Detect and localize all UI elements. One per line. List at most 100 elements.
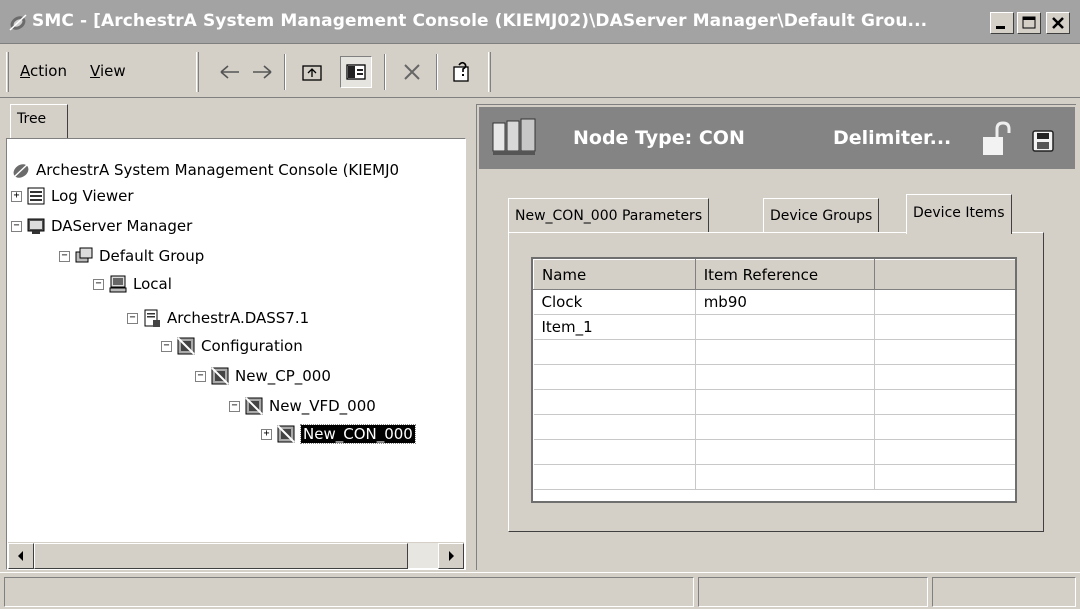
- app-icon: [9, 14, 27, 31]
- table-row[interactable]: [533, 414, 1015, 440]
- menu-view[interactable]: View: [90, 62, 126, 80]
- expand-icon[interactable]: +: [261, 428, 272, 440]
- cell-blank[interactable]: [874, 464, 1015, 490]
- back-arrow-icon: [220, 65, 239, 79]
- cell-name[interactable]: [533, 364, 696, 390]
- scroll-left-button[interactable]: [8, 543, 34, 569]
- cell-blank[interactable]: [874, 364, 1015, 390]
- cell-item-reference[interactable]: [695, 414, 876, 440]
- delimiter-link[interactable]: Delimiter...: [833, 127, 951, 149]
- tab-device-groups[interactable]: Device Groups: [763, 198, 880, 232]
- close-button[interactable]: [1046, 12, 1070, 34]
- back-button[interactable]: [214, 56, 246, 88]
- collapse-icon[interactable]: −: [229, 400, 240, 412]
- pane-splitter[interactable]: [470, 98, 474, 570]
- collapse-icon[interactable]: −: [127, 312, 138, 324]
- console-tree-icon: [346, 64, 366, 80]
- tree-item-archestra-dass[interactable]: − ArchestrA.DASS7.1: [127, 307, 309, 329]
- cell-name[interactable]: Item_1: [533, 314, 696, 340]
- tree-item-log-viewer[interactable]: + Log Viewer: [11, 185, 134, 207]
- tree-item-console-root[interactable]: ArchestrA System Management Console (KIE…: [11, 159, 399, 181]
- cell-name[interactable]: [533, 414, 696, 440]
- table-row[interactable]: [533, 339, 1015, 365]
- tree-item-new-con-000[interactable]: + New_CON_000: [261, 423, 416, 445]
- tab-tree[interactable]: Tree: [10, 104, 68, 138]
- properties-icon: [453, 61, 469, 82]
- collapse-icon[interactable]: −: [195, 370, 206, 382]
- collapse-icon[interactable]: −: [11, 220, 22, 232]
- device-items-grid[interactable]: Name Item Reference Clock mb90 Item_1: [531, 257, 1017, 503]
- scroll-right-button[interactable]: [438, 543, 464, 569]
- status-panel-main: [4, 577, 694, 607]
- table-row[interactable]: [533, 439, 1015, 465]
- tab-device-items[interactable]: Device Items: [906, 194, 1012, 234]
- cell-name[interactable]: [533, 339, 696, 365]
- cell-item-reference[interactable]: [695, 364, 876, 390]
- toolbar-separator: [436, 54, 438, 90]
- cell-item-reference[interactable]: [695, 314, 876, 340]
- group-icon: [75, 247, 93, 263]
- title-bar: SMC - [ArchestrA System Management Conso…: [0, 0, 1080, 44]
- unlock-icon[interactable]: [981, 121, 1011, 157]
- configuration-icon: [177, 337, 195, 355]
- column-header-blank[interactable]: [874, 259, 1015, 290]
- column-header-item-reference[interactable]: Item Reference: [694, 259, 876, 290]
- tab-parameters[interactable]: New_CON_000 Parameters: [508, 198, 710, 232]
- tree-item-default-group[interactable]: − Default Group: [59, 245, 204, 267]
- cell-blank[interactable]: [874, 439, 1015, 465]
- node-icon: [245, 397, 263, 415]
- collapse-icon[interactable]: −: [161, 340, 172, 352]
- save-icon[interactable]: [1031, 129, 1055, 153]
- table-row[interactable]: [533, 464, 1015, 490]
- cell-blank[interactable]: [874, 339, 1015, 365]
- table-row[interactable]: [533, 389, 1015, 415]
- arrow-left-icon: [18, 551, 23, 561]
- tree-item-daserver-manager[interactable]: − DAServer Manager: [11, 215, 192, 237]
- column-header-name[interactable]: Name: [533, 259, 696, 290]
- tree-item-local[interactable]: − Local: [93, 273, 172, 295]
- toolbar-grip: [6, 52, 9, 92]
- table-row[interactable]: [533, 364, 1015, 390]
- tree-item-configuration[interactable]: − Configuration: [161, 335, 303, 357]
- server-icon: [144, 309, 160, 327]
- tree-item-label: Configuration: [201, 337, 303, 355]
- tree-item-label: Default Group: [99, 247, 205, 265]
- cell-blank[interactable]: [874, 389, 1015, 415]
- table-row[interactable]: Item_1: [533, 314, 1015, 340]
- tree-item-new-vfd-000[interactable]: − New_VFD_000: [229, 395, 376, 417]
- up-one-level-button[interactable]: [296, 56, 328, 88]
- cell-blank[interactable]: [874, 314, 1015, 340]
- minimize-button[interactable]: [990, 12, 1014, 34]
- close-icon: [1052, 17, 1064, 29]
- scroll-thumb[interactable]: [34, 543, 408, 569]
- tree-item-label: New_VFD_000: [269, 397, 376, 415]
- cell-blank[interactable]: [874, 289, 1015, 315]
- collapse-icon[interactable]: −: [59, 250, 70, 262]
- show-hide-tree-button[interactable]: [340, 56, 372, 88]
- cell-blank[interactable]: [874, 414, 1015, 440]
- table-row[interactable]: Clock mb90: [533, 289, 1015, 315]
- cell-name[interactable]: [533, 464, 696, 490]
- computer-icon: [109, 275, 127, 293]
- maximize-button[interactable]: [1017, 12, 1041, 34]
- status-panel-middle: [698, 577, 928, 607]
- collapse-icon[interactable]: −: [93, 278, 104, 290]
- properties-button[interactable]: [446, 56, 478, 88]
- cell-item-reference[interactable]: [695, 439, 876, 465]
- menu-toolbar: Action View: [0, 46, 1080, 98]
- cell-item-reference[interactable]: [695, 339, 876, 365]
- cell-item-reference[interactable]: mb90: [695, 289, 876, 315]
- cell-name[interactable]: Clock: [533, 289, 696, 315]
- horizontal-scrollbar[interactable]: [8, 542, 464, 569]
- menu-action[interactable]: Action: [20, 62, 67, 80]
- cell-item-reference[interactable]: [695, 389, 876, 415]
- delete-button[interactable]: [396, 56, 428, 88]
- cell-item-reference[interactable]: [695, 464, 876, 490]
- tree-item-label: Local: [133, 275, 172, 293]
- forward-arrow-icon: [253, 65, 272, 79]
- tree-item-new-cp-000[interactable]: − New_CP_000: [195, 365, 331, 387]
- cell-name[interactable]: [533, 389, 696, 415]
- cell-name[interactable]: [533, 439, 696, 465]
- forward-button[interactable]: [246, 56, 278, 88]
- expand-icon[interactable]: +: [11, 190, 22, 202]
